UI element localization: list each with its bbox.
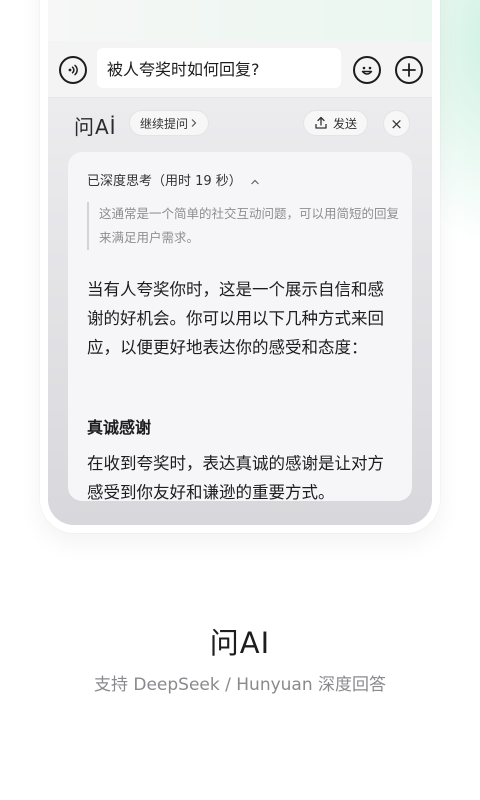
chevron-up-icon [251,179,259,184]
phone-frame: 被人夸奖时如何回复? 问Aİ 继续提问 发送 × 已深度思考（用时 19 秒） … [40,0,440,533]
emoji-button[interactable] [353,56,381,84]
close-icon: × [390,114,403,133]
answer-subheading: 真诚感谢 [87,418,152,437]
close-button[interactable]: × [383,110,410,137]
voice-button[interactable] [59,56,87,84]
input-bar: 被人夸奖时如何回复? [48,41,432,98]
share-icon [315,116,327,129]
send-label: 发送 [333,116,358,131]
answer-card: 已深度思考（用时 19 秒） 这通常是一个简单的社交互动问题，可以用简短的回复来… [68,152,412,501]
phone-screen: 被人夸奖时如何回复? 问Aİ 继续提问 发送 × 已深度思考（用时 19 秒） … [48,0,432,525]
feature-title: 问AI [209,626,271,660]
chevron-right-icon [191,119,197,127]
ai-logo: 问Aİ [74,115,117,139]
voice-icon [68,64,78,76]
emoji-icon [361,66,373,75]
chat-area [48,0,432,41]
answer-detail: 在收到夸奖时，表达真诚的感谢是让对方感受到你友好和谦逊的重要方式。 [87,454,384,501]
feature-subtitle: 支持 DeepSeek / Hunyuan 深度回答 [93,675,387,695]
continue-ask-button[interactable]: 继续提问 [129,110,210,136]
message-input-text: 被人夸奖时如何回复? [107,60,260,79]
add-button[interactable] [395,56,423,84]
answer-text: 当有人夸奖你时，这是一个展示自信和感谢的好机会。你可以用以下几种方式来回应，以便… [87,280,384,357]
send-button[interactable]: 发送 [303,110,369,136]
thinking-text: 这通常是一个简单的社交互动问题，可以用简短的回复来满足用户需求。 [87,202,399,250]
continue-ask-label: 继续提问 [140,116,189,131]
thinking-header-text: 已深度思考（用时 19 秒） [87,174,242,189]
ai-panel: 问Aİ 继续提问 发送 × 已深度思考（用时 19 秒） 这通常是一个简单的社交… [48,98,432,525]
message-input[interactable]: 被人夸奖时如何回复? [97,48,341,88]
thinking-toggle[interactable]: 已深度思考（用时 19 秒） [87,170,260,189]
plus-icon [402,63,416,77]
